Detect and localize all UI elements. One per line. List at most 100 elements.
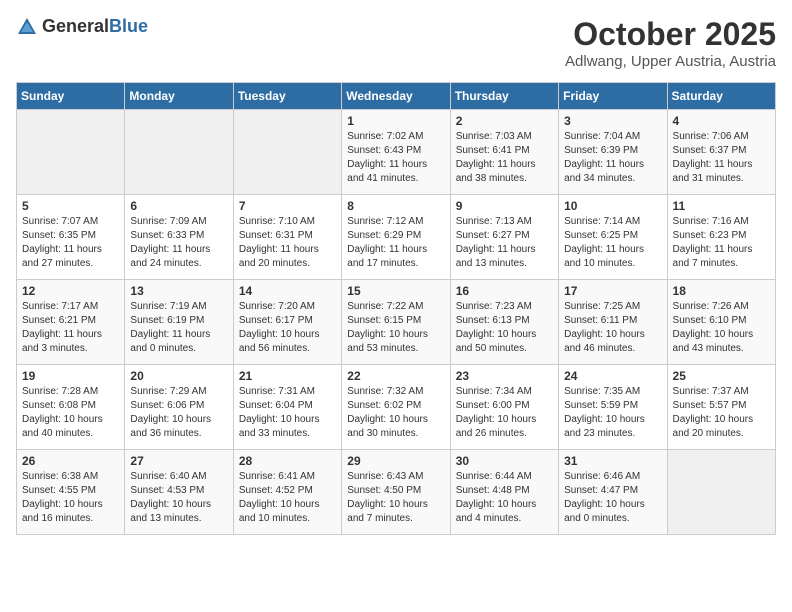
calendar-cell: 19Sunrise: 7:28 AM Sunset: 6:08 PM Dayli… (17, 365, 125, 450)
day-number: 30 (456, 454, 553, 468)
day-info: Sunrise: 6:44 AM Sunset: 4:48 PM Dayligh… (456, 470, 553, 526)
day-info: Sunrise: 7:06 AM Sunset: 6:37 PM Dayligh… (673, 130, 770, 186)
day-info: Sunrise: 7:26 AM Sunset: 6:10 PM Dayligh… (673, 300, 770, 356)
day-number: 1 (347, 114, 444, 128)
calendar-cell: 27 Sunrise: 6:40 AM Sunset: 4:53 PM Dayli… (125, 450, 233, 535)
day-number: 6 (130, 199, 227, 213)
day-info: Sunrise: 7:16 AM Sunset: 6:23 PM Dayligh… (673, 215, 770, 271)
calendar-cell: 21 Sunrise: 7:31 AM Sunset: 6:04 PM Dayli… (233, 365, 341, 450)
calendar-cell: 23 Sunrise: 7:34 AM Sunset: 6:00 PM Dayli… (450, 365, 558, 450)
day-info: Sunrise: 7:31 AM Sunset: 6:04 PM Dayligh… (239, 385, 336, 441)
weekday-header: Monday (125, 83, 233, 110)
calendar-cell: 10Sunrise: 7:14 AM Sunset: 6:25 PM Dayli… (559, 195, 667, 280)
day-info: Sunrise: 7:02 AM Sunset: 6:43 PM Dayligh… (347, 130, 444, 186)
day-number: 27 (130, 454, 227, 468)
day-number: 18 (673, 284, 770, 298)
calendar-week-row: 12Sunrise: 7:17 AM Sunset: 6:21 PM Dayli… (17, 280, 776, 365)
day-number: 28 (239, 454, 336, 468)
calendar-cell: 1 Sunrise: 7:02 AM Sunset: 6:43 PM Daylig… (342, 110, 450, 195)
day-info: Sunrise: 7:09 AM Sunset: 6:33 PM Dayligh… (130, 215, 227, 271)
calendar-cell (667, 450, 775, 535)
day-info: Sunrise: 6:41 AM Sunset: 4:52 PM Dayligh… (239, 470, 336, 526)
calendar-cell: 5 Sunrise: 7:07 AM Sunset: 6:35 PM Daylig… (17, 195, 125, 280)
calendar-cell: 30 Sunrise: 6:44 AM Sunset: 4:48 PM Dayli… (450, 450, 558, 535)
day-number: 31 (564, 454, 661, 468)
calendar-cell: 6 Sunrise: 7:09 AM Sunset: 6:33 PM Daylig… (125, 195, 233, 280)
day-info: Sunrise: 7:29 AM Sunset: 6:06 PM Dayligh… (130, 385, 227, 441)
logo-blue: Blue (109, 16, 148, 36)
page-header: GeneralBlue October 2025 Adlwang, Upper … (16, 16, 776, 70)
day-info: Sunrise: 7:04 AM Sunset: 6:39 PM Dayligh… (564, 130, 661, 186)
day-number: 9 (456, 199, 553, 213)
day-info: Sunrise: 6:40 AM Sunset: 4:53 PM Dayligh… (130, 470, 227, 526)
weekday-header: Friday (559, 83, 667, 110)
day-number: 4 (673, 114, 770, 128)
day-number: 12 (22, 284, 119, 298)
day-info: Sunrise: 7:23 AM Sunset: 6:13 PM Dayligh… (456, 300, 553, 356)
day-info: Sunrise: 7:37 AM Sunset: 5:57 PM Dayligh… (673, 385, 770, 441)
day-number: 24 (564, 369, 661, 383)
calendar-cell: 16Sunrise: 7:23 AM Sunset: 6:13 PM Dayli… (450, 280, 558, 365)
day-info: Sunrise: 6:46 AM Sunset: 4:47 PM Dayligh… (564, 470, 661, 526)
day-info: Sunrise: 7:25 AM Sunset: 6:11 PM Dayligh… (564, 300, 661, 356)
day-number: 2 (456, 114, 553, 128)
day-number: 5 (22, 199, 119, 213)
calendar-cell: 28 Sunrise: 6:41 AM Sunset: 4:52 PM Dayli… (233, 450, 341, 535)
calendar-cell (125, 110, 233, 195)
calendar-cell: 24Sunrise: 7:35 AM Sunset: 5:59 PM Dayli… (559, 365, 667, 450)
calendar-cell: 2 Sunrise: 7:03 AM Sunset: 6:41 PM Daylig… (450, 110, 558, 195)
calendar-week-row: 19Sunrise: 7:28 AM Sunset: 6:08 PM Dayli… (17, 365, 776, 450)
calendar-cell: 9 Sunrise: 7:13 AM Sunset: 6:27 PM Daylig… (450, 195, 558, 280)
day-number: 26 (22, 454, 119, 468)
calendar-cell: 29Sunrise: 6:43 AM Sunset: 4:50 PM Dayli… (342, 450, 450, 535)
day-info: Sunrise: 7:20 AM Sunset: 6:17 PM Dayligh… (239, 300, 336, 356)
day-number: 13 (130, 284, 227, 298)
weekday-header: Wednesday (342, 83, 450, 110)
calendar-cell: 11 Sunrise: 7:16 AM Sunset: 6:23 PM Dayli… (667, 195, 775, 280)
day-number: 23 (456, 369, 553, 383)
day-info: Sunrise: 6:38 AM Sunset: 4:55 PM Dayligh… (22, 470, 119, 526)
day-info: Sunrise: 7:19 AM Sunset: 6:19 PM Dayligh… (130, 300, 227, 356)
calendar-cell: 17 Sunrise: 7:25 AM Sunset: 6:11 PM Dayli… (559, 280, 667, 365)
day-info: Sunrise: 7:14 AM Sunset: 6:25 PM Dayligh… (564, 215, 661, 271)
title-section: October 2025 Adlwang, Upper Austria, Aus… (565, 16, 776, 70)
calendar-cell: 18 Sunrise: 7:26 AM Sunset: 6:10 PM Dayli… (667, 280, 775, 365)
day-number: 15 (347, 284, 444, 298)
calendar-cell: 13 Sunrise: 7:19 AM Sunset: 6:19 PM Dayli… (125, 280, 233, 365)
calendar-week-row: 1 Sunrise: 7:02 AM Sunset: 6:43 PM Daylig… (17, 110, 776, 195)
day-number: 17 (564, 284, 661, 298)
day-info: Sunrise: 7:12 AM Sunset: 6:29 PM Dayligh… (347, 215, 444, 271)
calendar-cell: 3 Sunrise: 7:04 AM Sunset: 6:39 PM Daylig… (559, 110, 667, 195)
day-info: Sunrise: 7:07 AM Sunset: 6:35 PM Dayligh… (22, 215, 119, 271)
calendar-cell: 14Sunrise: 7:20 AM Sunset: 6:17 PM Dayli… (233, 280, 341, 365)
logo: GeneralBlue (16, 16, 148, 38)
day-number: 3 (564, 114, 661, 128)
location-title: Adlwang, Upper Austria, Austria (565, 53, 776, 70)
weekday-header: Thursday (450, 83, 558, 110)
day-number: 19 (22, 369, 119, 383)
calendar-week-row: 5 Sunrise: 7:07 AM Sunset: 6:35 PM Daylig… (17, 195, 776, 280)
weekday-header: Sunday (17, 83, 125, 110)
day-number: 7 (239, 199, 336, 213)
day-number: 29 (347, 454, 444, 468)
weekday-header: Tuesday (233, 83, 341, 110)
logo-icon (16, 16, 38, 38)
calendar-cell (233, 110, 341, 195)
logo-general: General (42, 16, 109, 36)
day-info: Sunrise: 7:13 AM Sunset: 6:27 PM Dayligh… (456, 215, 553, 271)
calendar-cell: 31 Sunrise: 6:46 AM Sunset: 4:47 PM Dayli… (559, 450, 667, 535)
day-info: Sunrise: 7:34 AM Sunset: 6:00 PM Dayligh… (456, 385, 553, 441)
day-number: 8 (347, 199, 444, 213)
day-info: Sunrise: 7:32 AM Sunset: 6:02 PM Dayligh… (347, 385, 444, 441)
month-title: October 2025 (565, 16, 776, 53)
calendar-cell: 8 Sunrise: 7:12 AM Sunset: 6:29 PM Daylig… (342, 195, 450, 280)
calendar-cell: 12Sunrise: 7:17 AM Sunset: 6:21 PM Dayli… (17, 280, 125, 365)
calendar-cell (17, 110, 125, 195)
day-number: 21 (239, 369, 336, 383)
weekday-header-row: SundayMondayTuesdayWednesdayThursdayFrid… (17, 83, 776, 110)
day-info: Sunrise: 7:03 AM Sunset: 6:41 PM Dayligh… (456, 130, 553, 186)
day-number: 11 (673, 199, 770, 213)
logo-text: GeneralBlue (42, 17, 148, 37)
calendar-cell: 26 Sunrise: 6:38 AM Sunset: 4:55 PM Dayli… (17, 450, 125, 535)
day-number: 20 (130, 369, 227, 383)
